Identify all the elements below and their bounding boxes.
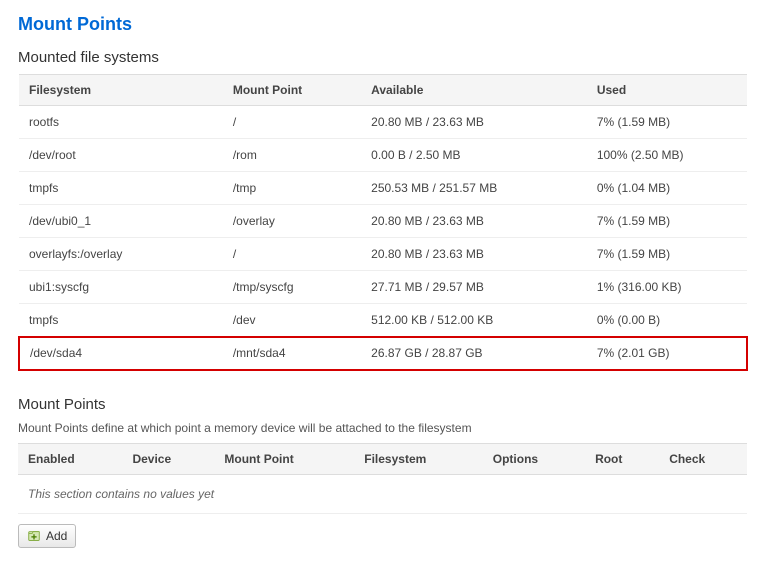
table-row: ubi1:syscfg /tmp/syscfg 27.71 MB / 29.57… — [19, 271, 747, 304]
col-filesystem: Filesystem — [19, 75, 223, 106]
cell-used: 100% (2.50 MB) — [587, 139, 747, 172]
cell-fs: /dev/root — [19, 139, 223, 172]
cell-avail: 20.80 MB / 23.63 MB — [361, 205, 587, 238]
mount-points-section-title: Mount Points — [18, 396, 747, 413]
cell-mp: /dev — [223, 304, 361, 337]
add-icon — [27, 529, 41, 543]
add-button-label: Add — [46, 529, 67, 543]
mounted-section-title: Mounted file systems — [18, 49, 747, 66]
empty-row: This section contains no values yet — [18, 475, 747, 514]
cell-mp: /tmp/syscfg — [223, 271, 361, 304]
col-mountpoint: Mount Point — [214, 444, 354, 475]
cell-fs: /dev/ubi0_1 — [19, 205, 223, 238]
empty-message: This section contains no values yet — [18, 475, 747, 514]
cell-mp: / — [223, 238, 361, 271]
col-used: Used — [587, 75, 747, 106]
cell-avail: 20.80 MB / 23.63 MB — [361, 238, 587, 271]
mounted-filesystems-table: Filesystem Mount Point Available Used ro… — [18, 74, 747, 370]
cell-mp: /mnt/sda4 — [223, 337, 361, 370]
cell-mp: /overlay — [223, 205, 361, 238]
cell-used: 7% (1.59 MB) — [587, 106, 747, 139]
cell-avail: 0.00 B / 2.50 MB — [361, 139, 587, 172]
cell-used: 7% (2.01 GB) — [587, 337, 747, 370]
cell-fs: tmpfs — [19, 304, 223, 337]
cell-avail: 26.87 GB / 28.87 GB — [361, 337, 587, 370]
cell-avail: 27.71 MB / 29.57 MB — [361, 271, 587, 304]
cell-avail: 512.00 KB / 512.00 KB — [361, 304, 587, 337]
cell-used: 7% (1.59 MB) — [587, 238, 747, 271]
table-row-highlighted: /dev/sda4 /mnt/sda4 26.87 GB / 28.87 GB … — [19, 337, 747, 370]
mount-points-table: Enabled Device Mount Point Filesystem Op… — [18, 443, 747, 514]
cell-mp: /rom — [223, 139, 361, 172]
col-enabled: Enabled — [18, 444, 122, 475]
col-available: Available — [361, 75, 587, 106]
table-row: rootfs / 20.80 MB / 23.63 MB 7% (1.59 MB… — [19, 106, 747, 139]
col-check: Check — [659, 444, 747, 475]
cell-avail: 250.53 MB / 251.57 MB — [361, 172, 587, 205]
table-row: /dev/root /rom 0.00 B / 2.50 MB 100% (2.… — [19, 139, 747, 172]
cell-fs: overlayfs:/overlay — [19, 238, 223, 271]
cell-used: 1% (316.00 KB) — [587, 271, 747, 304]
table-row: overlayfs:/overlay / 20.80 MB / 23.63 MB… — [19, 238, 747, 271]
cell-fs: /dev/sda4 — [19, 337, 223, 370]
col-options: Options — [483, 444, 585, 475]
page-title: Mount Points — [18, 14, 747, 35]
cell-mp: / — [223, 106, 361, 139]
col-mountpoint: Mount Point — [223, 75, 361, 106]
table-row: tmpfs /tmp 250.53 MB / 251.57 MB 0% (1.0… — [19, 172, 747, 205]
col-filesystem: Filesystem — [354, 444, 483, 475]
cell-mp: /tmp — [223, 172, 361, 205]
col-device: Device — [122, 444, 214, 475]
cell-used: 7% (1.59 MB) — [587, 205, 747, 238]
cell-fs: ubi1:syscfg — [19, 271, 223, 304]
cell-used: 0% (1.04 MB) — [587, 172, 747, 205]
cell-used: 0% (0.00 B) — [587, 304, 747, 337]
table-row: tmpfs /dev 512.00 KB / 512.00 KB 0% (0.0… — [19, 304, 747, 337]
cell-fs: rootfs — [19, 106, 223, 139]
cell-fs: tmpfs — [19, 172, 223, 205]
col-root: Root — [585, 444, 659, 475]
cell-avail: 20.80 MB / 23.63 MB — [361, 106, 587, 139]
add-button[interactable]: Add — [18, 524, 76, 548]
table-row: /dev/ubi0_1 /overlay 20.80 MB / 23.63 MB… — [19, 205, 747, 238]
mount-points-section-desc: Mount Points define at which point a mem… — [18, 421, 747, 435]
